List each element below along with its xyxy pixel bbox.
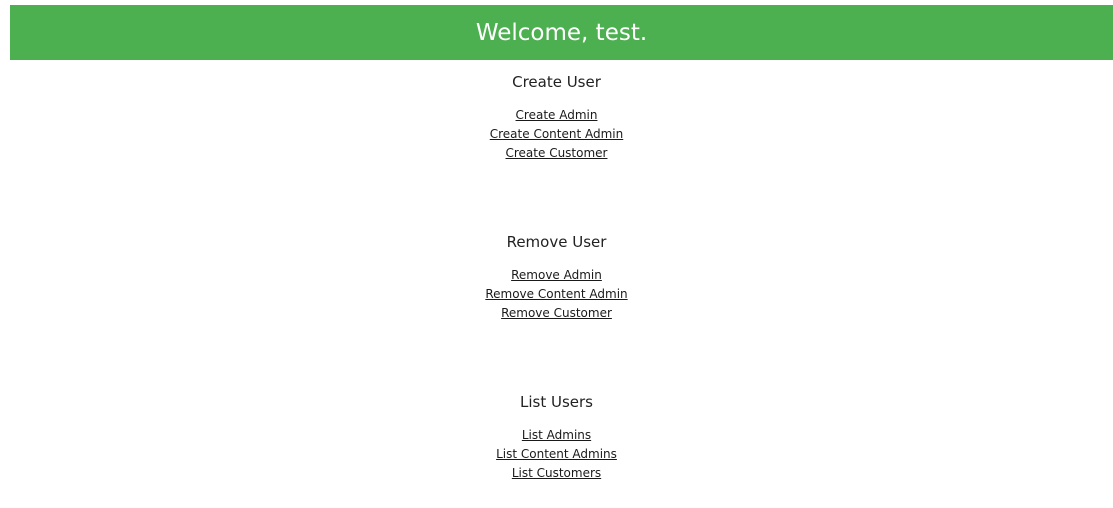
section-title-create-user: Create User [512,73,601,91]
remove-customer-link[interactable]: Remove Customer [501,305,612,321]
create-customer-link[interactable]: Create Customer [506,145,608,161]
remove-content-admin-link[interactable]: Remove Content Admin [485,286,627,302]
remove-admin-link[interactable]: Remove Admin [511,267,602,283]
welcome-header: Welcome, test. [10,5,1113,60]
create-admin-link[interactable]: Create Admin [516,107,598,123]
section-title-list-users: List Users [520,393,593,411]
list-content-admins-link[interactable]: List Content Admins [496,446,617,462]
list-customers-link[interactable]: List Customers [512,465,601,481]
page-title: Welcome, test. [475,19,648,46]
page: Welcome, test. Create User Create Admin … [0,0,1113,508]
remove-user-section: Remove User Remove Admin Remove Content … [0,232,1113,321]
section-title-remove-user: Remove User [506,233,607,251]
create-content-admin-link[interactable]: Create Content Admin [490,126,623,142]
list-admins-link[interactable]: List Admins [522,427,591,443]
list-users-section: List Users List Admins List Content Admi… [0,392,1113,481]
create-user-section: Create User Create Admin Create Content … [0,72,1113,161]
